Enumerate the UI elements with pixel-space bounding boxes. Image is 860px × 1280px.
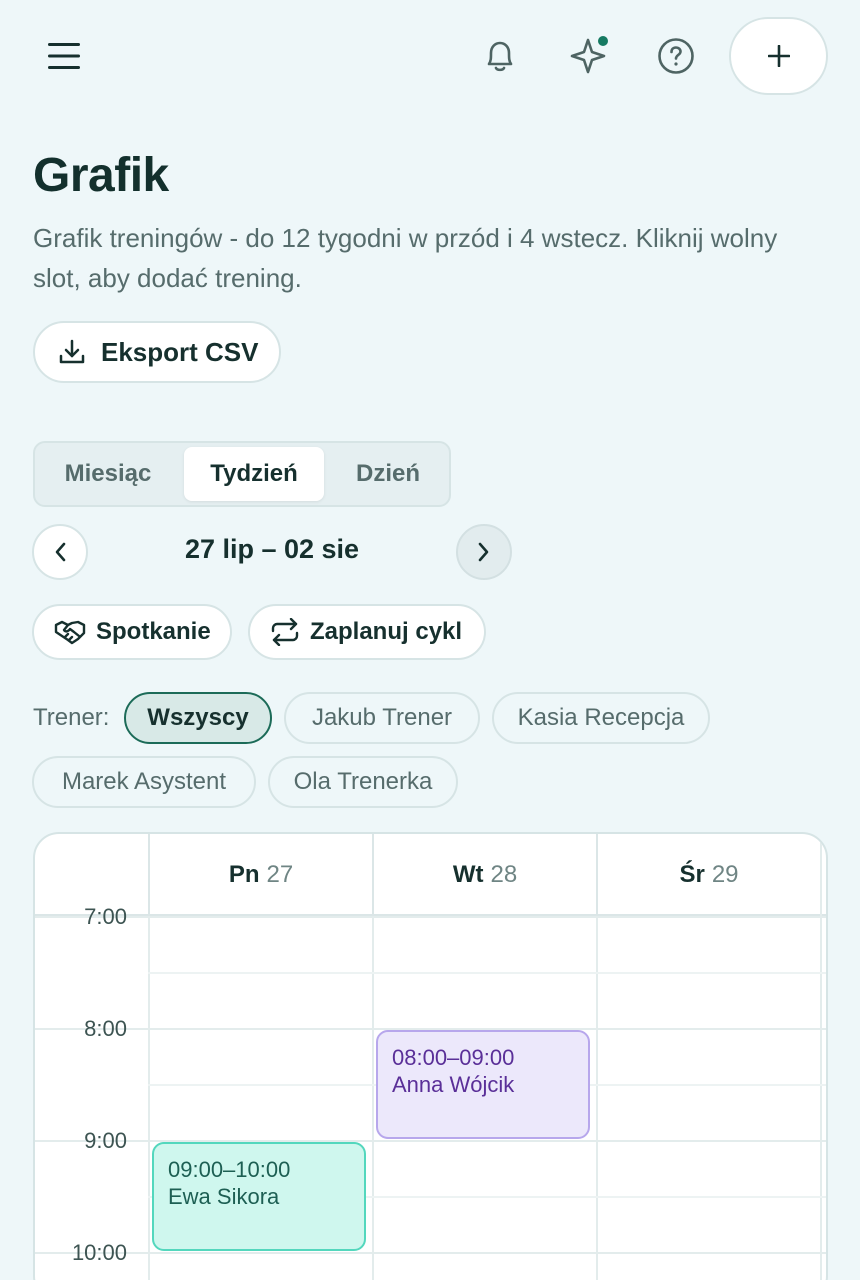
column-divider [820,916,822,1280]
help-button[interactable] [646,26,706,86]
menu-button[interactable] [34,26,94,86]
view-switch: Miesiąc Tydzień Dzień [33,441,451,507]
ai-assistant-button[interactable] [558,26,618,86]
column-divider [820,834,822,916]
column-divider [372,916,374,1280]
column-divider [596,916,598,1280]
trainer-chip-all[interactable]: Wszyscy [124,692,272,744]
tab-week[interactable]: Tydzień [184,447,324,501]
page-description: Grafik treningów - do 12 tygodni w przód… [33,223,778,293]
trainer-chip-kasia[interactable]: Kasia Recepcja [492,692,710,744]
day-name: Pn [228,861,260,888]
notification-dot [596,34,610,48]
day-name: Wt [452,861,484,888]
event-anna-wojcik[interactable]: 08:00–09:00 Anna Wójcik [376,1030,590,1139]
day-name: Śr [679,861,705,888]
meeting-button[interactable]: Spotkanie [32,604,232,660]
hour-line [35,916,826,918]
plus-icon [767,45,790,67]
hour-line [35,1140,826,1142]
download-icon [59,339,85,364]
time-label: 10:00 [71,1240,127,1265]
event-time: 08:00–09:00 [392,1045,515,1070]
day-number: 28 [490,861,518,888]
time-label: 7:00 [84,904,127,929]
help-circle-icon [658,38,694,74]
add-button[interactable] [729,17,828,95]
event-client: Anna Wójcik [392,1072,515,1097]
event-ewa-sikora[interactable]: 09:00–10:00 Ewa Sikora [152,1142,366,1251]
page-title: Grafik [33,149,169,202]
hamburger-menu-icon [48,43,80,69]
export-csv-label: Eksport CSV [101,336,259,367]
time-label: 8:00 [84,1016,127,1041]
handshake-icon [54,620,86,645]
week-calendar: Pn 27 Wt 28 Śr 29 7:00 8:00 9:00 10:00 08:0… [33,832,828,1280]
date-range: 27 lip – 02 sie [184,534,360,564]
day-header-mon: Pn 27 [148,834,372,916]
schedule-cycle-label: Zaplanuj cykl [310,618,463,645]
export-csv-button[interactable]: Eksport CSV [33,321,281,383]
schedule-cycle-button[interactable]: Zaplanuj cykl [248,604,486,660]
previous-week-button[interactable] [32,524,88,580]
time-label: 9:00 [84,1128,127,1153]
trainer-chip-ola[interactable]: Ola Trenerka [268,756,458,808]
event-client: Ewa Sikora [168,1184,280,1209]
top-bar [0,0,860,112]
trainer-chip-marek[interactable]: Marek Asystent [32,756,256,808]
trainer-filter-label: Trener: [33,704,110,731]
tab-day[interactable]: Dzień [327,447,449,501]
day-header-wed: Śr 29 [596,834,820,916]
next-week-button[interactable] [456,524,512,580]
day-number: 27 [266,861,294,888]
day-header-tue: Wt 28 [372,834,596,916]
chevron-right-icon [478,542,489,562]
chevron-left-icon [55,542,66,562]
notifications-button[interactable] [470,26,530,86]
half-hour-line [148,972,826,974]
calendar-header: Pn 27 Wt 28 Śr 29 [35,834,826,916]
trainer-chip-jakub[interactable]: Jakub Trener [284,692,480,744]
repeat-icon [271,618,299,646]
event-time: 09:00–10:00 [168,1157,291,1182]
day-number: 29 [711,861,739,888]
column-divider [148,916,150,1280]
tab-month[interactable]: Miesiąc [41,447,175,501]
hour-line [35,1252,826,1254]
bell-icon [487,41,513,72]
meeting-label: Spotkanie [96,618,211,645]
